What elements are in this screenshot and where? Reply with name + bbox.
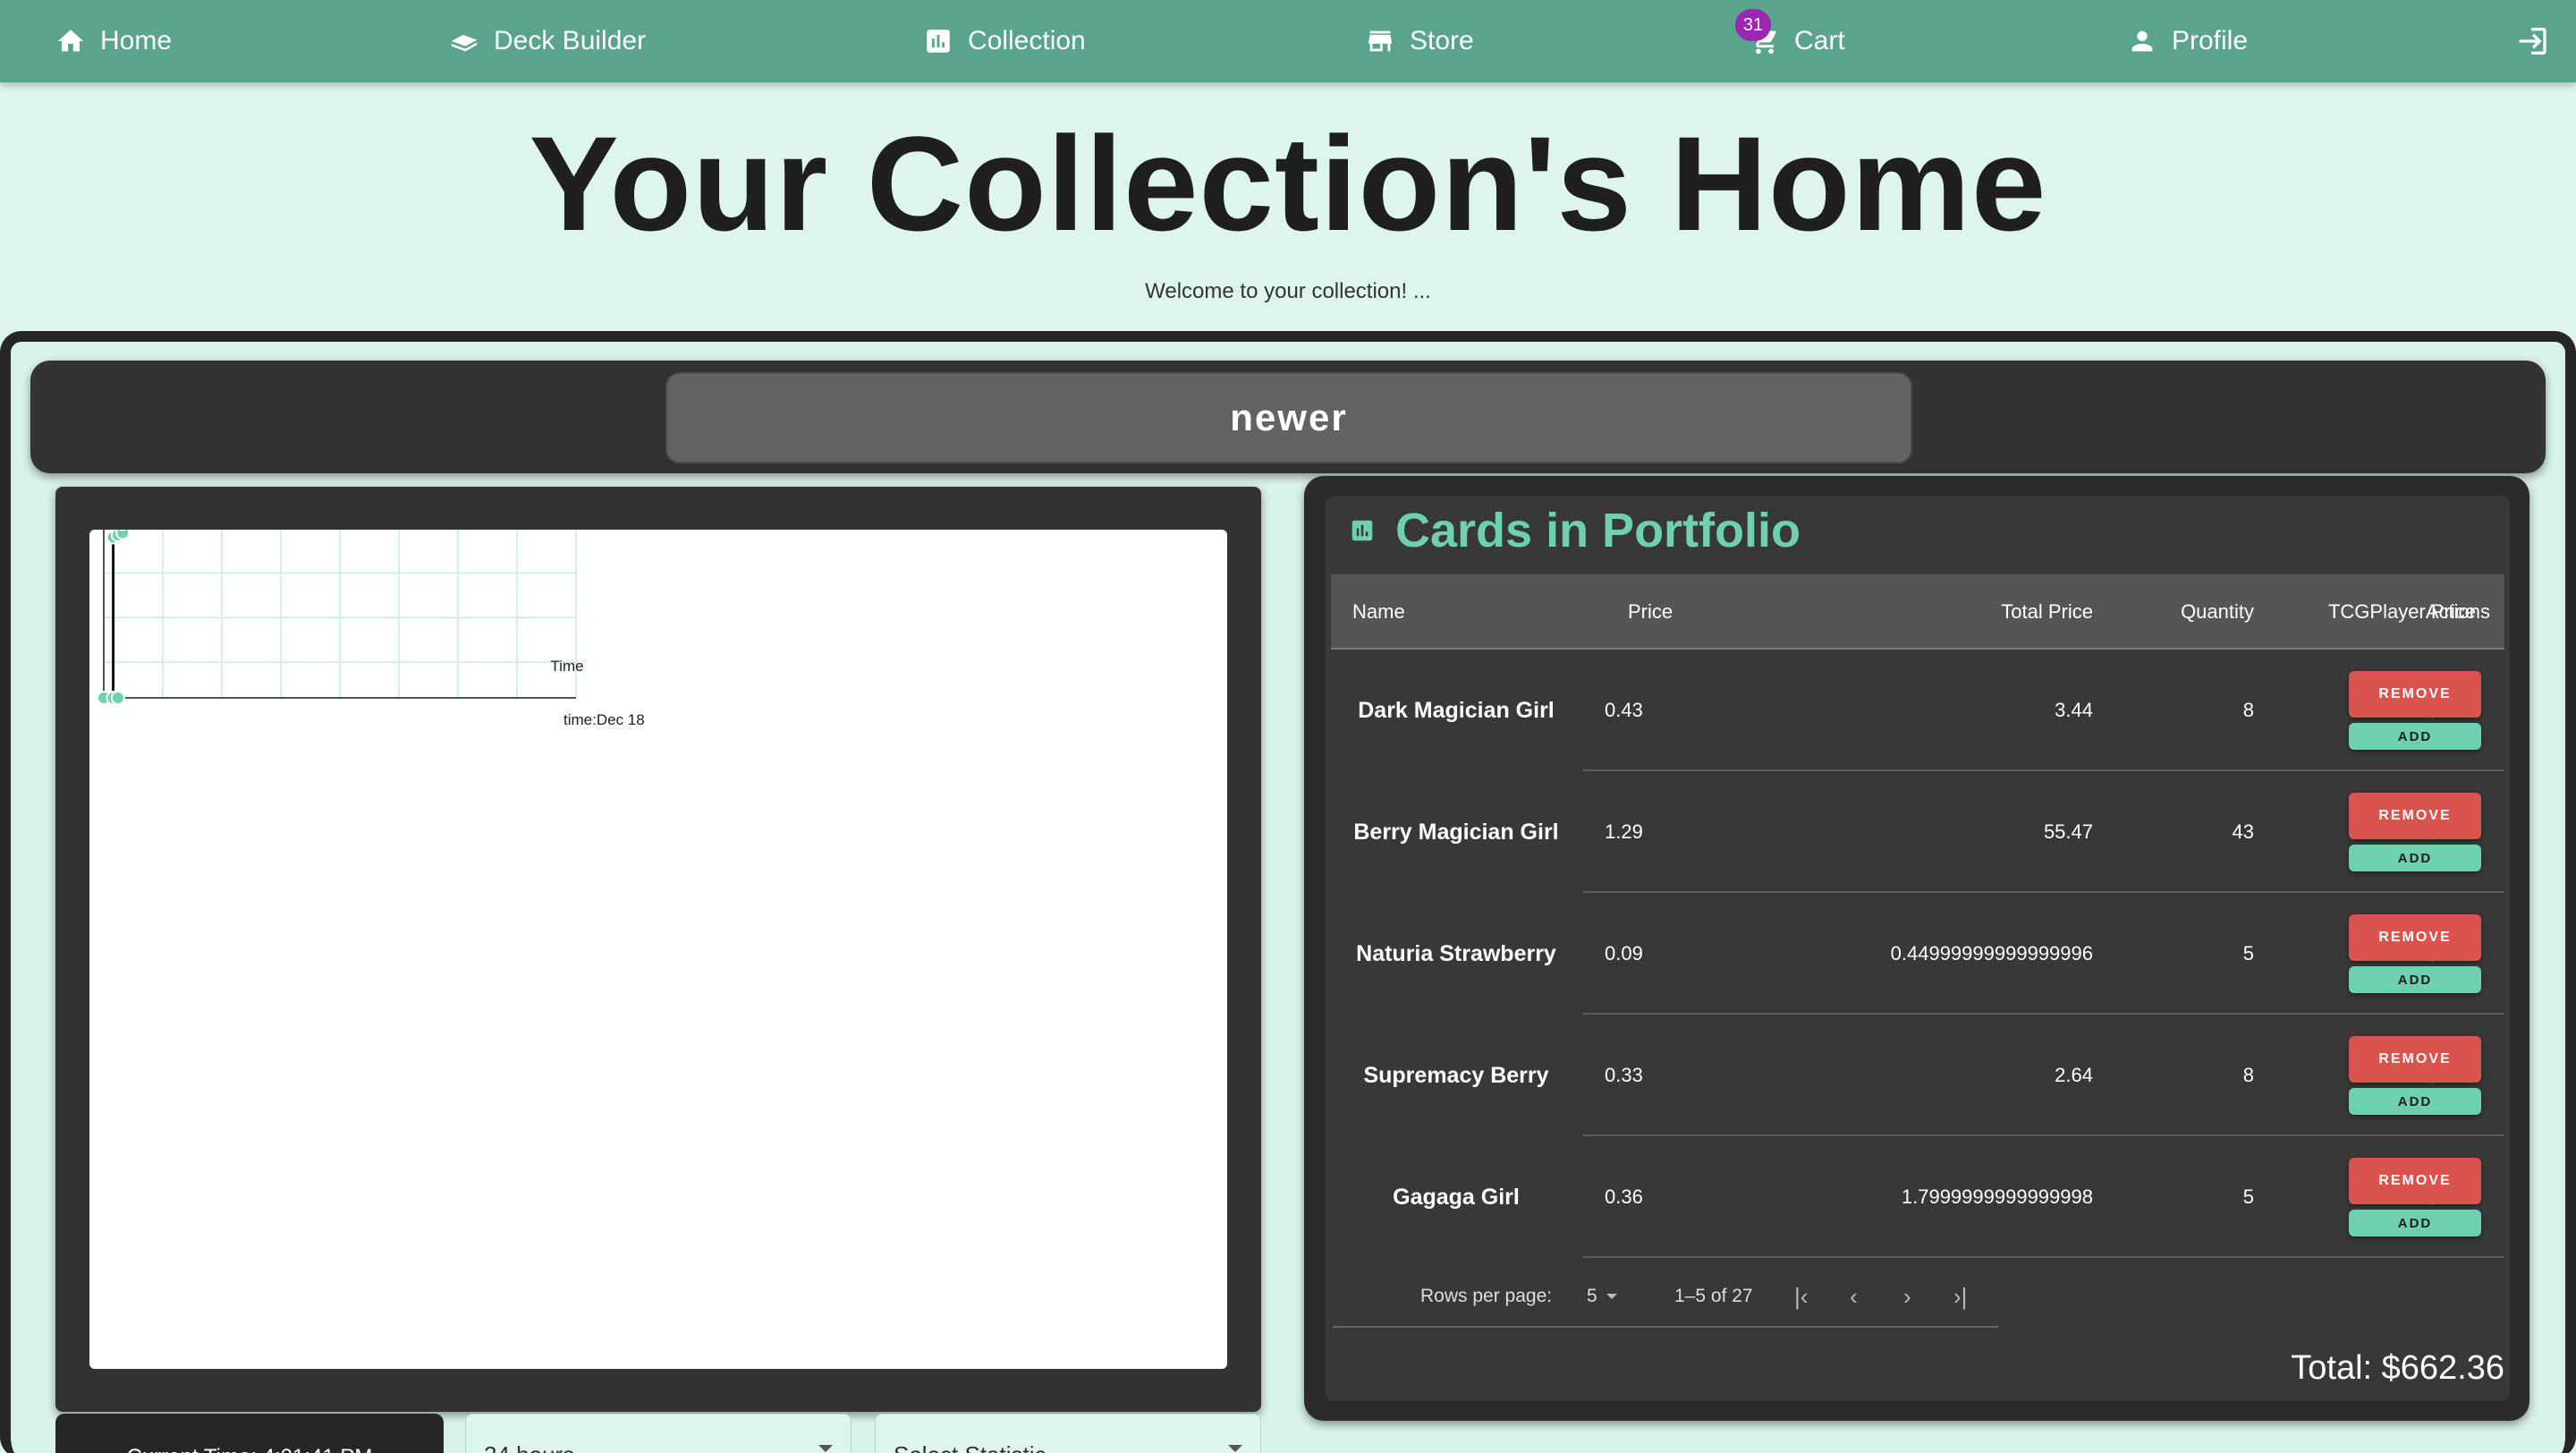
card-quantity: 8 [2242, 699, 2254, 721]
add-button[interactable]: ADD [2349, 1210, 2481, 1236]
data-point [115, 530, 131, 540]
card-price: 0.43 [1605, 699, 1643, 721]
logout-icon [2519, 28, 2546, 55]
rows-per-page-label: Rows per page: [1420, 1286, 1553, 1306]
top-nav: Home Deck Builder Collection Store 31 Ca… [0, 0, 2576, 82]
nav-store[interactable]: Store [1365, 0, 1474, 82]
deck-icon [451, 34, 478, 52]
next-page-icon[interactable]: › [1903, 1265, 1911, 1328]
time-range-select[interactable]: 24 hours [465, 1414, 852, 1453]
statistic-select[interactable]: Select Statistic [875, 1414, 1261, 1453]
current-time-display: Current Time: 4:01:41 PM [55, 1414, 444, 1453]
card-quantity: 8 [2242, 1064, 2254, 1086]
cart-count-badge: 31 [1735, 9, 1771, 41]
home-icon [57, 30, 84, 52]
table-pagination: Rows per page: 5 1–5 of 27 |‹ ‹ › ›| [1333, 1265, 1998, 1328]
page-range: 1–5 of 27 [1674, 1286, 1753, 1306]
chevron-down-icon [818, 1445, 833, 1452]
price-chart: $590$600$610$620$630$640$650$660Value ($… [97, 530, 645, 728]
person-icon [2131, 30, 2153, 52]
nav-deck-builder[interactable]: Deck Builder [449, 0, 646, 82]
portfolio-title-text: Cards in Portfolio [1395, 504, 1801, 557]
rows-per-page-value: 5 [1587, 1286, 1597, 1306]
chart-container: $590$600$610$620$630$640$650$660Value ($… [89, 530, 1227, 1369]
remove-button[interactable]: REMOVE [2349, 1036, 2481, 1083]
nav-cart[interactable]: 31 Cart [1735, 0, 1845, 82]
nav-home-label: Home [100, 26, 173, 55]
column-header-actions: Actions [2425, 600, 2490, 623]
first-page-icon[interactable]: |‹ [1794, 1265, 1808, 1328]
last-page-icon[interactable]: ›| [1953, 1265, 1967, 1328]
column-header-name[interactable]: Name [1352, 574, 1405, 650]
add-button[interactable]: ADD [2349, 723, 2481, 750]
remove-button[interactable]: REMOVE [2349, 793, 2481, 839]
card-quantity: 43 [2232, 820, 2254, 843]
table-row: Dark Magician Girl0.433.448$0.43REMOVEAD… [1331, 650, 2504, 771]
card-quantity: 5 [2242, 1185, 2254, 1208]
card-total-price: 1.7999999999999998 [1901, 1185, 2093, 1208]
table-row: Naturia Strawberry 0.09 0.4499999999999999… [1331, 893, 2504, 1015]
logout-button[interactable] [2513, 23, 2549, 59]
chart-bar-icon [927, 30, 950, 53]
table-row: Berry Magician Girl1.2955.4743$1.29REMOV… [1331, 771, 2504, 893]
chevron-down-icon [1606, 1294, 1617, 1299]
x-axis-label: Time [550, 658, 583, 675]
page-subtitle: Welcome to your collection! ... [1145, 279, 1431, 303]
nav-profile[interactable]: Profile [2127, 0, 2248, 82]
card-name: Supremacy Berry [1363, 1062, 1549, 1088]
card-name: Dark Magician Girl [1358, 697, 1555, 723]
nav-collection[interactable]: Collection [923, 0, 1086, 82]
data-point [110, 691, 125, 705]
statistic-value: Select Statistic [894, 1441, 1046, 1453]
add-button[interactable]: ADD [2349, 845, 2481, 871]
card-name: Naturia Strawberry [1356, 940, 1556, 966]
portfolio-total: Total: $662.36 [2291, 1349, 2504, 1387]
card-price: 0.09 [1605, 942, 1643, 964]
column-header-quantity[interactable]: Quantity [2118, 574, 2254, 650]
add-button[interactable]: ADD [2349, 966, 2481, 993]
table-header: Name Price Total Price Quantity TCGPlaye… [1331, 574, 2504, 650]
nav-collection-label: Collection [968, 26, 1086, 55]
prev-page-icon[interactable]: ‹ [1850, 1265, 1858, 1328]
nav-home[interactable]: Home [55, 0, 172, 82]
card-total-price: 0.44999999999999996 [1890, 942, 2093, 964]
current-time-text: Current Time: 4:01:41 PM [127, 1445, 373, 1453]
store-icon [1368, 30, 1392, 52]
card-total-price: 3.44 [2055, 699, 2093, 721]
remove-button[interactable]: REMOVE [2349, 1158, 2481, 1204]
nav-profile-label: Profile [2172, 26, 2249, 55]
card-price: 0.33 [1605, 1064, 1643, 1086]
column-header-price[interactable]: Price [1628, 574, 1673, 650]
card-quantity: 5 [2242, 942, 2254, 964]
nav-deck-builder-label: Deck Builder [494, 26, 647, 55]
portfolio-title: Cards in Portfolio [1349, 501, 1801, 560]
card-total-price: 2.64 [2055, 1064, 2093, 1086]
card-total-price: 55.47 [2043, 820, 2093, 843]
nav-store-label: Store [1410, 26, 1474, 55]
rows-per-page-select[interactable]: 5 [1587, 1265, 1617, 1328]
x-axis-caption: time:Dec 18 [564, 711, 645, 728]
chart-bar-icon [1352, 520, 1373, 541]
card-price: 0.36 [1605, 1185, 1643, 1208]
table-row: Supremacy Berry0.332.648$0.33REMOVEADD [1331, 1015, 2504, 1136]
series-line [112, 530, 121, 698]
row-divider [1583, 1256, 2504, 1258]
card-name: Gagaga Girl [1393, 1184, 1520, 1210]
remove-button[interactable]: REMOVE [2349, 914, 2481, 961]
chevron-down-icon [1228, 1445, 1242, 1452]
table-row: Gagaga Girl0.361.79999999999999985$0.36R… [1331, 1136, 2504, 1258]
column-header-total-price[interactable]: Total Price [1885, 574, 2093, 650]
card-name: Berry Magician Girl [1353, 819, 1559, 845]
remove-button[interactable]: REMOVE [2349, 671, 2481, 718]
collection-select-button[interactable]: newer [665, 372, 1912, 463]
time-range-value: 24 hours [484, 1441, 574, 1453]
add-button[interactable]: ADD [2349, 1088, 2481, 1115]
card-price: 1.29 [1605, 820, 1643, 843]
page-title: Your Collection's Home [529, 108, 2047, 259]
nav-cart-label: Cart [1794, 26, 1845, 55]
